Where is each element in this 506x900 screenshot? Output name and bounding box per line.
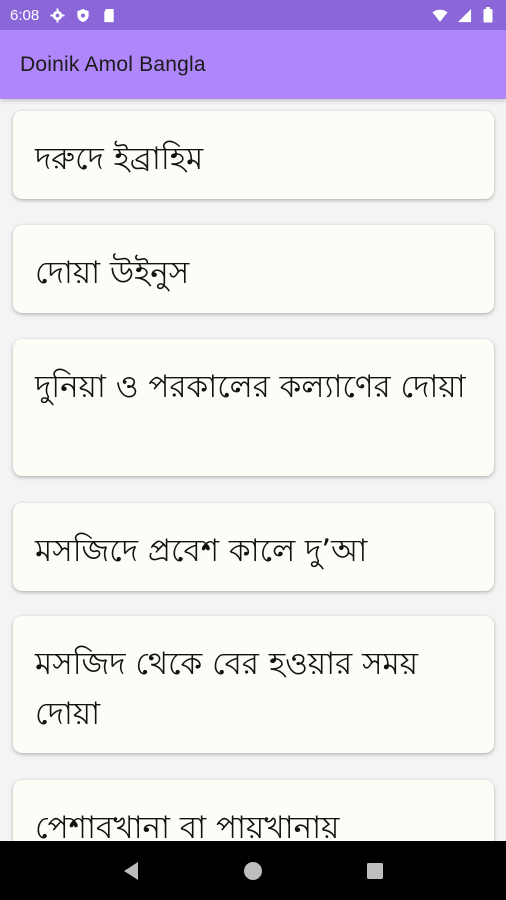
status-bar: 6:08 xyxy=(0,0,506,30)
home-icon xyxy=(244,861,262,880)
list-item-masjid-entry[interactable]: মসজিদে প্রবেশ কালে দু’আ xyxy=(13,503,494,591)
settings-gear-icon xyxy=(49,7,65,23)
recents-icon xyxy=(367,862,383,879)
list-item-masjid-exit[interactable]: মসজিদ থেকে বের হওয়ার সময় দোয়া xyxy=(13,616,494,753)
list-item-duniya-porokal[interactable]: দুনিয়া ও পরকালের কল্যাণের দোয়া xyxy=(13,339,494,476)
list-item-label: মসজিদে প্রবেশ কালে দু’আ xyxy=(35,533,368,569)
cellular-signal-icon xyxy=(456,7,472,23)
list-item-durude-ibrahim[interactable]: দরুদে ইব্রাহিম xyxy=(13,111,494,199)
list-item-label: মসজিদ থেকে বের হওয়ার সময় দোয়া xyxy=(35,646,419,732)
shield-icon xyxy=(75,7,91,23)
wifi-icon xyxy=(432,7,448,23)
list-item-label: দরুদে ইব্রাহিম xyxy=(35,141,204,177)
sim-card-icon xyxy=(101,7,117,23)
dua-list[interactable]: দরুদে ইব্রাহিম দোয়া উইনুস দুনিয়া ও পরক… xyxy=(0,99,506,841)
app-title: Doinik Amol Bangla xyxy=(20,52,206,76)
list-item-label: দুনিয়া ও পরকালের কল্যাণের দোয়া xyxy=(35,369,466,405)
navigation-bar xyxy=(0,841,506,900)
back-button[interactable] xyxy=(111,851,151,891)
list-item-label: পেশাবখানা বা পায়খানায় xyxy=(35,810,340,841)
status-right xyxy=(432,7,496,23)
status-time: 6:08 xyxy=(10,6,40,24)
battery-icon xyxy=(480,7,496,23)
list-item-toilet[interactable]: পেশাবখানা বা পায়খানায় xyxy=(13,780,494,841)
home-button[interactable] xyxy=(233,851,273,891)
status-left: 6:08 xyxy=(10,7,117,24)
recents-button[interactable] xyxy=(355,851,395,891)
back-icon xyxy=(124,861,138,880)
list-item-doa-yunus[interactable]: দোয়া উইনুস xyxy=(13,225,494,313)
list-item-label: দোয়া উইনুস xyxy=(35,255,190,291)
app-bar: Doinik Amol Bangla xyxy=(0,30,506,99)
